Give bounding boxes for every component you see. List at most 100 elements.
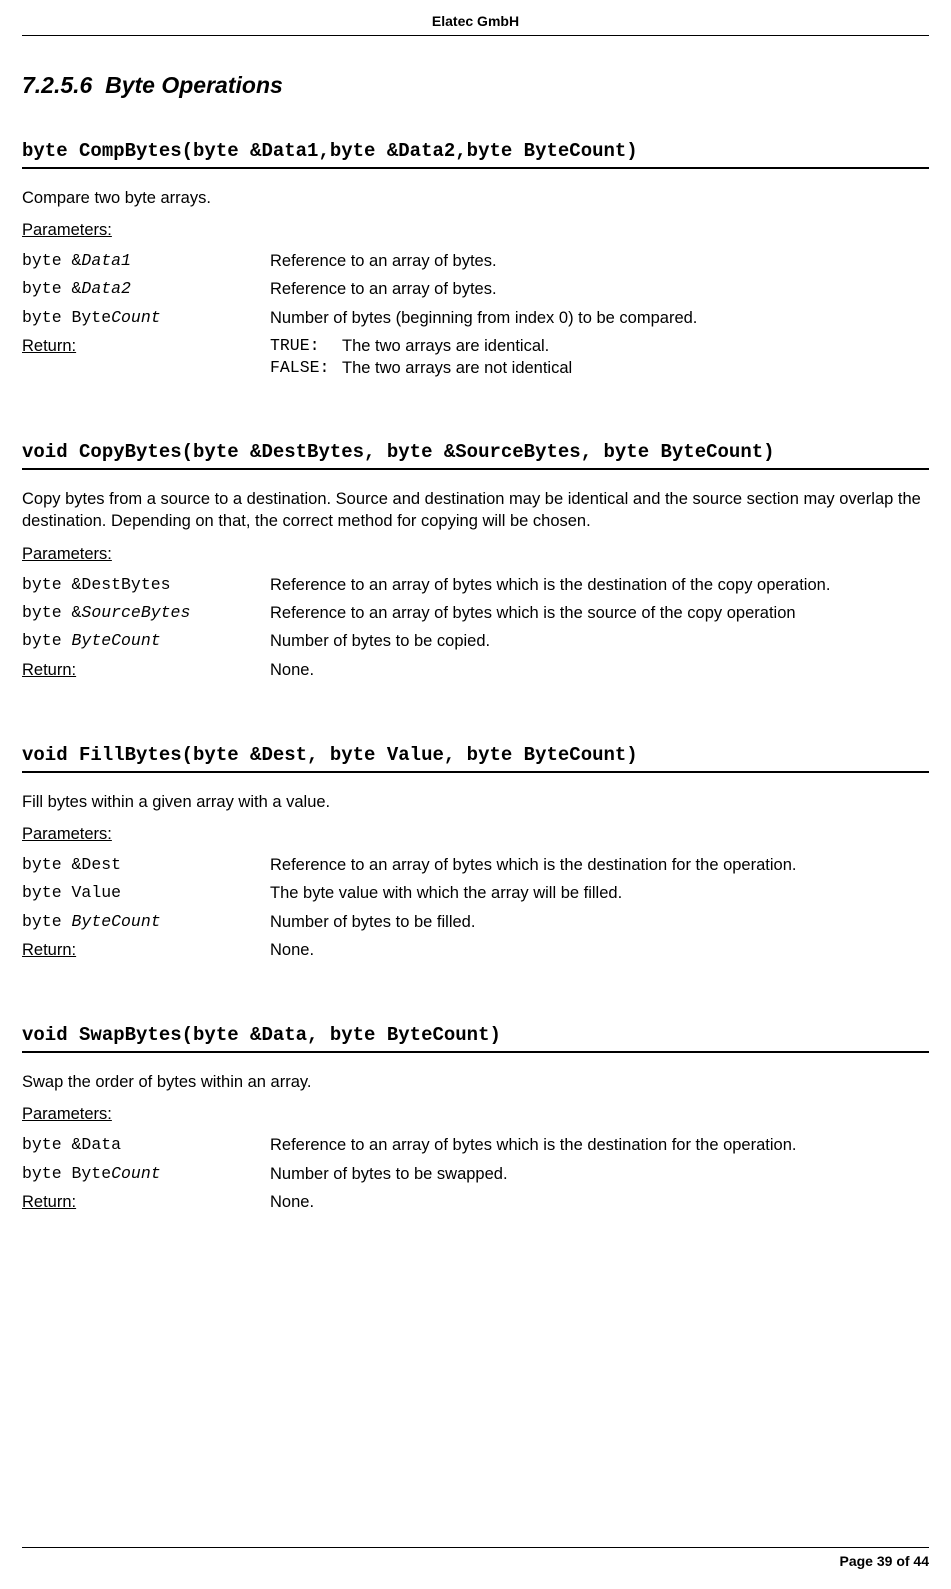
- table-row: byte &DestBytesReference to an array of …: [22, 571, 929, 599]
- param-desc: Number of bytes to be copied.: [270, 627, 929, 655]
- return-label-cell: Return:: [22, 332, 270, 383]
- function-signature: void SwapBytes(byte &Data, byte ByteCoun…: [22, 1023, 929, 1053]
- function-signature: void FillBytes(byte &Dest, byte Value, b…: [22, 743, 929, 773]
- function-block: void SwapBytes(byte &Data, byte ByteCoun…: [22, 1023, 929, 1217]
- param-prefix: byte &: [22, 251, 81, 270]
- param-identifier: DestBytes: [81, 575, 170, 594]
- return-desc: TRUE:The two arrays are identical.FALSE:…: [270, 332, 929, 383]
- param-identifier: Count: [111, 1164, 161, 1183]
- param-identifier: Data1: [81, 251, 131, 270]
- return-code: TRUE:: [270, 335, 342, 357]
- param-name: byte &Dest: [22, 851, 270, 879]
- param-prefix: byte &: [22, 279, 81, 298]
- return-label-cell: Return:: [22, 1188, 270, 1217]
- return-text: The two arrays are not identical: [342, 357, 572, 379]
- return-label: Return:: [22, 337, 76, 355]
- param-prefix: byte: [22, 631, 72, 650]
- function-description: Swap the order of bytes within an array.: [22, 1071, 929, 1093]
- table-row: byte ValueThe byte value with which the …: [22, 879, 929, 907]
- param-identifier: ByteCount: [72, 912, 161, 931]
- param-identifier: Dest: [81, 855, 121, 874]
- table-row: Return: None.: [22, 936, 929, 965]
- param-prefix: byte Byte: [22, 308, 111, 327]
- page-footer: Page 39 of 44: [22, 1547, 929, 1571]
- function-description: Copy bytes from a source to a destinatio…: [22, 488, 929, 533]
- param-desc: Number of bytes to be filled.: [270, 908, 929, 936]
- return-label-cell: Return:: [22, 656, 270, 685]
- param-name: byte ByteCount: [22, 627, 270, 655]
- table-row: byte &Data1Reference to an array of byte…: [22, 247, 929, 275]
- param-name: byte &Data1: [22, 247, 270, 275]
- param-identifier: Count: [111, 308, 161, 327]
- return-label: Return:: [22, 1193, 76, 1211]
- param-prefix: byte Byte: [22, 1164, 111, 1183]
- return-text: The two arrays are identical.: [342, 335, 549, 357]
- param-desc: Reference to an array of bytes which is …: [270, 1131, 929, 1159]
- function-description: Compare two byte arrays.: [22, 187, 929, 209]
- return-desc: None.: [270, 1188, 929, 1217]
- parameters-label: Parameters:: [22, 1103, 929, 1125]
- table-row: byte ByteCountNumber of bytes to be fill…: [22, 908, 929, 936]
- param-name: byte Value: [22, 879, 270, 907]
- function-block: void CopyBytes(byte &DestBytes, byte &So…: [22, 440, 929, 685]
- param-identifier: SourceBytes: [81, 603, 190, 622]
- param-name: byte &DestBytes: [22, 571, 270, 599]
- param-identifier: Data: [81, 1135, 121, 1154]
- table-row: byte ByteCountNumber of bytes (beginning…: [22, 304, 929, 332]
- return-label: Return:: [22, 661, 76, 679]
- section-name: Byte Operations: [105, 72, 283, 98]
- table-row: Return: None.: [22, 1188, 929, 1217]
- return-code: FALSE:: [270, 357, 342, 379]
- param-prefix: byte &: [22, 603, 81, 622]
- return-desc: None.: [270, 936, 929, 965]
- param-prefix: byte &: [22, 855, 81, 874]
- table-row: byte &DestReference to an array of bytes…: [22, 851, 929, 879]
- param-name: byte ByteCount: [22, 1160, 270, 1188]
- param-desc: Reference to an array of bytes.: [270, 275, 929, 303]
- return-subrow: TRUE:The two arrays are identical.: [270, 335, 929, 357]
- function-block: byte CompBytes(byte &Data1,byte &Data2,b…: [22, 139, 929, 383]
- param-desc: Reference to an array of bytes which is …: [270, 851, 929, 879]
- table-row: byte ByteCountNumber of bytes to be swap…: [22, 1160, 929, 1188]
- param-name: byte ByteCount: [22, 304, 270, 332]
- table-row: byte &SourceBytesReference to an array o…: [22, 599, 929, 627]
- param-name: byte &SourceBytes: [22, 599, 270, 627]
- param-prefix: byte: [22, 912, 72, 931]
- param-prefix: byte: [22, 883, 72, 902]
- parameters-table: byte &DataReference to an array of bytes…: [22, 1131, 929, 1217]
- return-label: Return:: [22, 941, 76, 959]
- parameters-label: Parameters:: [22, 219, 929, 241]
- function-description: Fill bytes within a given array with a v…: [22, 791, 929, 813]
- param-identifier: Value: [72, 883, 122, 902]
- table-row: byte &Data2Reference to an array of byte…: [22, 275, 929, 303]
- return-desc: None.: [270, 656, 929, 685]
- section-title: 7.2.5.6 Byte Operations: [22, 70, 929, 101]
- parameters-table: byte &DestReference to an array of bytes…: [22, 851, 929, 965]
- function-signature: byte CompBytes(byte &Data1,byte &Data2,b…: [22, 139, 929, 169]
- parameters-table: byte &DestBytesReference to an array of …: [22, 571, 929, 685]
- page-header: Elatec GmbH: [22, 0, 929, 36]
- param-desc: Reference to an array of bytes which is …: [270, 599, 929, 627]
- param-prefix: byte &: [22, 1135, 81, 1154]
- parameters-label: Parameters:: [22, 543, 929, 565]
- table-row: Return: None.: [22, 656, 929, 685]
- param-identifier: ByteCount: [72, 631, 161, 650]
- param-desc: Number of bytes to be swapped.: [270, 1160, 929, 1188]
- param-desc: Number of bytes (beginning from index 0)…: [270, 304, 929, 332]
- param-name: byte &Data: [22, 1131, 270, 1159]
- return-label-cell: Return:: [22, 936, 270, 965]
- param-identifier: Data2: [81, 279, 131, 298]
- function-signature: void CopyBytes(byte &DestBytes, byte &So…: [22, 440, 929, 470]
- parameters-label: Parameters:: [22, 823, 929, 845]
- param-name: byte &Data2: [22, 275, 270, 303]
- param-desc: Reference to an array of bytes which is …: [270, 571, 929, 599]
- parameters-table: byte &Data1Reference to an array of byte…: [22, 247, 929, 382]
- function-block: void FillBytes(byte &Dest, byte Value, b…: [22, 743, 929, 965]
- table-row: Return: TRUE:The two arrays are identical…: [22, 332, 929, 383]
- table-row: byte ByteCountNumber of bytes to be copi…: [22, 627, 929, 655]
- param-desc: The byte value with which the array will…: [270, 879, 929, 907]
- param-prefix: byte &: [22, 575, 81, 594]
- param-desc: Reference to an array of bytes.: [270, 247, 929, 275]
- param-name: byte ByteCount: [22, 908, 270, 936]
- return-subrow: FALSE:The two arrays are not identical: [270, 357, 929, 379]
